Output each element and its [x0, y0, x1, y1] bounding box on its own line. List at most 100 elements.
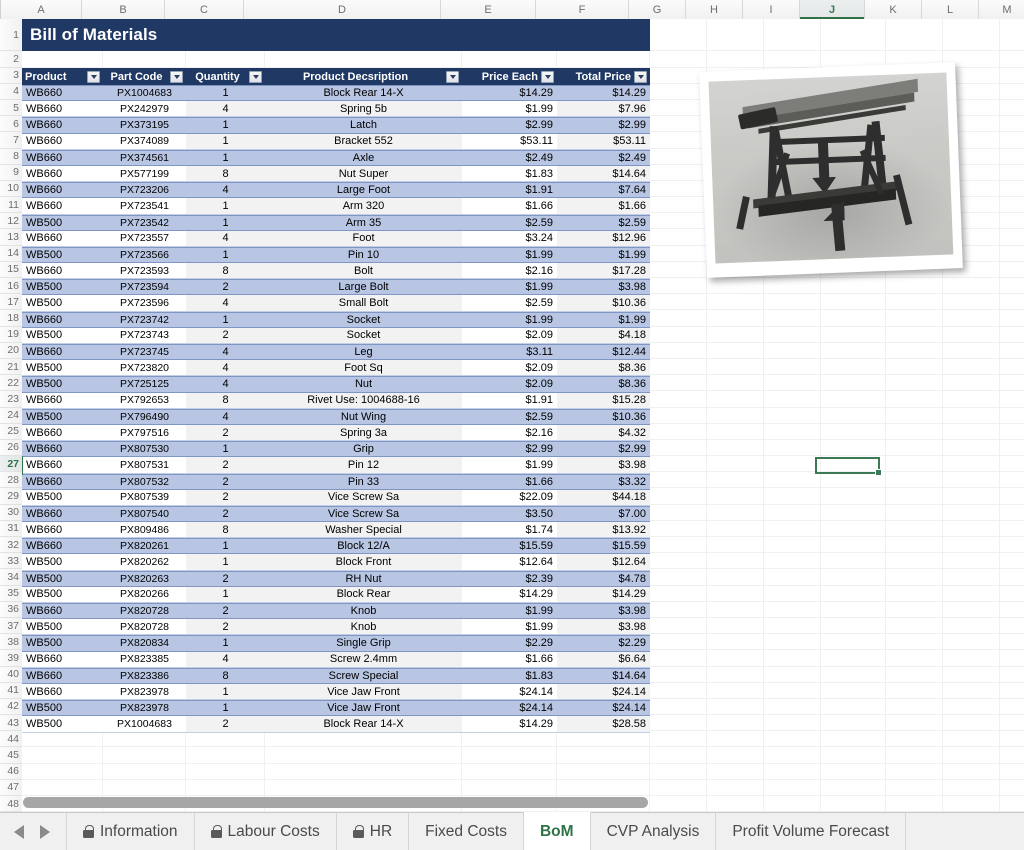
sheet-tab-labour-costs[interactable]: Labour Costs: [194, 813, 337, 850]
cell-K19[interactable]: [886, 326, 943, 343]
cell-K1[interactable]: [886, 19, 943, 52]
cell-G1[interactable]: [650, 19, 707, 52]
cell-B47[interactable]: [103, 779, 186, 797]
sheet-tab-information[interactable]: Information: [67, 813, 195, 850]
cell-price_each[interactable]: $1.99: [462, 603, 557, 620]
table-row[interactable]: WB500 PX820263 2 RH Nut $2.39 $4.78: [22, 570, 650, 587]
cell-part_code[interactable]: PX1004683: [103, 716, 186, 733]
cell-J34[interactable]: [821, 569, 886, 586]
table-row[interactable]: WB660 PX807540 2 Vice Screw Sa $3.50 $7.00: [22, 505, 650, 523]
cell-part_code[interactable]: PX792653: [103, 393, 186, 409]
cell-I19[interactable]: [764, 326, 821, 343]
cell-price_each[interactable]: $2.09: [462, 376, 557, 393]
cell-I39[interactable]: [764, 650, 821, 667]
cell-product[interactable]: WB660: [22, 522, 103, 539]
cell-total_price[interactable]: $15.28: [557, 392, 650, 409]
cell-J41[interactable]: [821, 682, 886, 699]
table-row[interactable]: WB500 PX820834 1 Single Grip $2.29 $2.29: [22, 635, 650, 652]
cell-total_price[interactable]: $4.78: [557, 570, 650, 587]
cell-M28[interactable]: [1000, 472, 1024, 489]
cell-part_code[interactable]: PX820834: [103, 635, 186, 652]
table-row[interactable]: WB660 PX723541 1 Arm 320 $1.66 $1.66: [22, 198, 650, 215]
cell-product[interactable]: WB500: [22, 554, 103, 571]
cell-total_price[interactable]: $10.36: [557, 295, 650, 312]
cell-product[interactable]: WB500: [22, 570, 103, 587]
cell-I44[interactable]: [764, 731, 821, 748]
filter-dropdown-icon[interactable]: [634, 70, 647, 83]
row-header-23[interactable]: 23: [0, 391, 22, 408]
row-header-39[interactable]: 39: [0, 650, 22, 667]
row-header-10[interactable]: 10: [0, 180, 22, 198]
cell-total_price[interactable]: $2.59: [557, 214, 650, 231]
cell-M35[interactable]: [1000, 586, 1024, 602]
selected-cell-J27[interactable]: [815, 457, 882, 476]
cell-product[interactable]: WB660: [22, 473, 103, 490]
cell-M33[interactable]: [1000, 553, 1024, 570]
cell-quantity[interactable]: 2: [186, 489, 265, 506]
cell-H44[interactable]: [707, 731, 764, 748]
cell-G9[interactable]: [650, 164, 707, 181]
cell-H30[interactable]: [707, 504, 764, 521]
cell-I1[interactable]: [764, 19, 821, 52]
cell-product[interactable]: WB660: [22, 117, 103, 134]
cell-G39[interactable]: [650, 650, 707, 667]
cell-H25[interactable]: [707, 423, 764, 440]
cell-E45[interactable]: [462, 747, 557, 764]
table-row[interactable]: WB660 PX823386 8 Screw Special $1.83 $14.64: [22, 667, 650, 684]
cell-price_each[interactable]: $2.16: [462, 425, 557, 442]
cell-G35[interactable]: [650, 585, 707, 602]
cell-J26[interactable]: [821, 439, 886, 457]
cell-product[interactable]: WB660: [22, 101, 103, 118]
table-body[interactable]: WB660 PX1004683 1 Block Rear 14-X $14.29 $14.…: [21, 85, 650, 733]
cell-total_price[interactable]: $14.64: [557, 667, 650, 684]
cell-M29[interactable]: [1000, 488, 1024, 505]
cell-part_code[interactable]: PX823386: [103, 667, 186, 684]
cell-H2[interactable]: [707, 51, 764, 68]
cell-quantity[interactable]: 8: [186, 165, 265, 183]
cell-quantity[interactable]: 8: [186, 392, 265, 409]
cell-total_price[interactable]: $53.11: [557, 133, 650, 150]
cell-description[interactable]: Washer Special: [265, 522, 462, 539]
cell-M46[interactable]: [1000, 764, 1024, 780]
cell-price_each[interactable]: $2.09: [462, 328, 557, 344]
row-header-11[interactable]: 11: [0, 197, 22, 214]
cell-description[interactable]: Pin 12: [265, 457, 462, 474]
table-row[interactable]: WB660 PX823385 4 Screw 2.4mm $1.66 $6.64: [22, 651, 650, 668]
cell-H46[interactable]: [707, 763, 764, 780]
column-header-D[interactable]: D: [244, 0, 441, 19]
cell-quantity[interactable]: 1: [186, 441, 265, 458]
cell-price_each[interactable]: $14.29: [462, 85, 557, 102]
cell-part_code[interactable]: PX723566: [103, 246, 186, 264]
row-header-15[interactable]: 15: [0, 261, 22, 279]
column-header-C[interactable]: C: [165, 0, 244, 19]
cell-quantity[interactable]: 1: [186, 635, 265, 652]
row-header-26[interactable]: 26: [0, 439, 22, 457]
column-header-row[interactable]: ABCDEFGHIJKLM: [0, 0, 1024, 19]
cell-part_code[interactable]: PX820728: [103, 619, 186, 636]
filter-dropdown-icon[interactable]: [87, 70, 100, 83]
cell-L34[interactable]: [943, 569, 1000, 586]
cell-J31[interactable]: [821, 520, 886, 538]
cell-price_each[interactable]: $1.74: [462, 522, 557, 539]
row-header-18[interactable]: 18: [0, 310, 22, 327]
cell-description[interactable]: Socket: [265, 311, 462, 328]
column-header-M[interactable]: M: [979, 0, 1024, 19]
cell-B45[interactable]: [103, 747, 186, 764]
cell-H40[interactable]: [707, 666, 764, 683]
cell-price_each[interactable]: $1.99: [462, 311, 557, 328]
cell-description[interactable]: Nut: [265, 376, 462, 393]
cell-product[interactable]: WB500: [22, 619, 103, 636]
row-header-2[interactable]: 2: [0, 51, 22, 68]
cell-price_each[interactable]: $1.91: [462, 182, 557, 199]
cell-F45[interactable]: [557, 747, 650, 764]
table-row[interactable]: WB500 PX723596 4 Small Bolt $2.59 $10.36: [22, 295, 650, 312]
cell-H28[interactable]: [707, 472, 764, 489]
cell-total_price[interactable]: $10.36: [557, 408, 650, 425]
cell-part_code[interactable]: PX820728: [103, 603, 186, 620]
cell-quantity[interactable]: 1: [186, 683, 265, 701]
cell-product[interactable]: WB660: [22, 684, 103, 701]
cell-quantity[interactable]: 1: [186, 311, 265, 328]
cell-price_each[interactable]: $15.59: [462, 538, 557, 555]
table-row[interactable]: WB500 PX796490 4 Nut Wing $2.59 $10.36: [22, 408, 650, 425]
cell-G23[interactable]: [650, 391, 707, 408]
